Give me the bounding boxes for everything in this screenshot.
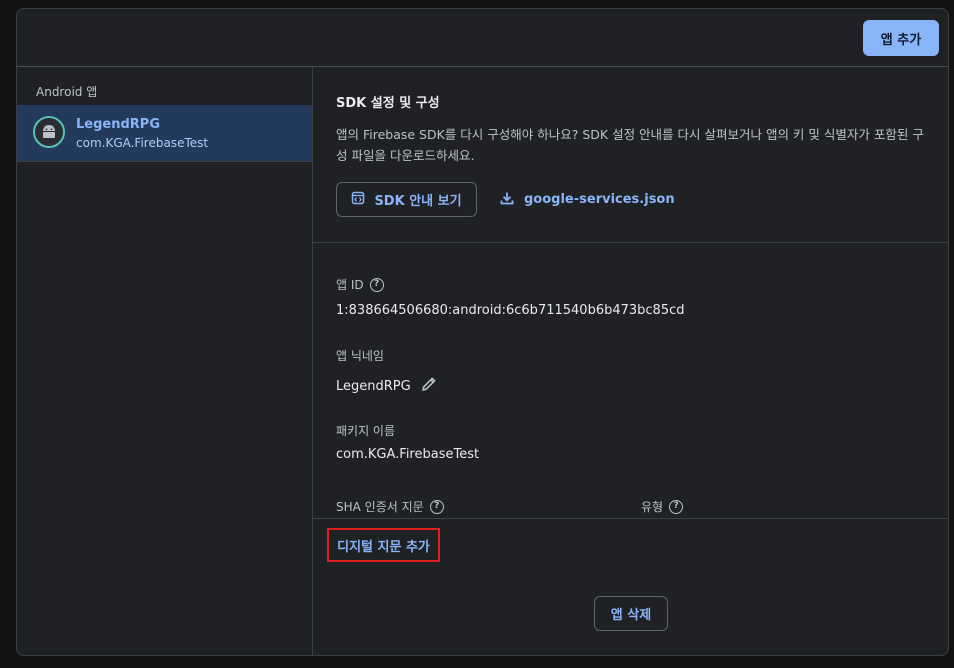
edit-pencil-icon[interactable] [420,375,438,397]
android-icon [33,116,65,148]
sidebar-heading: Android 앱 [36,85,98,99]
type-label: 유형 ? [641,498,684,515]
download-config-label: google-services.json [524,192,675,207]
nickname-value: LegendRPG [336,378,411,394]
section-divider [313,242,948,243]
card-header: 앱 추가 [17,9,948,67]
sdk-section-title: SDK 설정 및 구성 [336,96,440,111]
download-config-link[interactable]: google-services.json [500,182,675,217]
sdk-guide-label: SDK 안내 보기 [374,194,462,209]
app-list-item[interactable]: LegendRPG com.KGA.FirebaseTest [17,105,312,162]
app-list-sidebar: Android 앱 LegendRPG com.KGA.FirebaseTest [17,67,313,655]
package-name-value: com.KGA.FirebaseTest [336,447,480,462]
add-fingerprint-link[interactable]: 디지털 지문 추가 [327,528,440,562]
app-name: LegendRPG [76,117,160,132]
app-id-value: 1:838664506680:android:6c6b711540b6b473b… [336,303,685,318]
download-icon [500,191,514,209]
app-settings-card: 앱 추가 Android 앱 LegendRPG com.KGA.Firebas… [16,8,949,656]
package-name-label: 패키지 이름 [336,424,396,438]
code-icon [351,191,365,209]
help-icon[interactable]: ? [369,277,384,292]
section-divider [313,518,948,519]
nickname-row: LegendRPG [336,375,438,397]
help-icon[interactable]: ? [669,499,684,514]
sha-fingerprint-label: SHA 인증서 지문 ? [336,498,444,515]
sdk-description: 앱의 Firebase SDK를 다시 구성해야 하나요? SDK 설정 안내를… [336,127,924,163]
app-details-panel: SDK 설정 및 구성 앱의 Firebase SDK를 다시 구성해야 하나요… [313,67,948,655]
help-icon[interactable]: ? [429,499,444,514]
nickname-label: 앱 닉네임 [336,349,384,363]
delete-app-button[interactable]: 앱 삭제 [594,596,668,631]
sdk-guide-button[interactable]: SDK 안내 보기 [336,182,477,217]
app-package: com.KGA.FirebaseTest [76,136,209,150]
app-id-label: 앱 ID ? [336,276,384,293]
add-app-button[interactable]: 앱 추가 [863,20,939,56]
